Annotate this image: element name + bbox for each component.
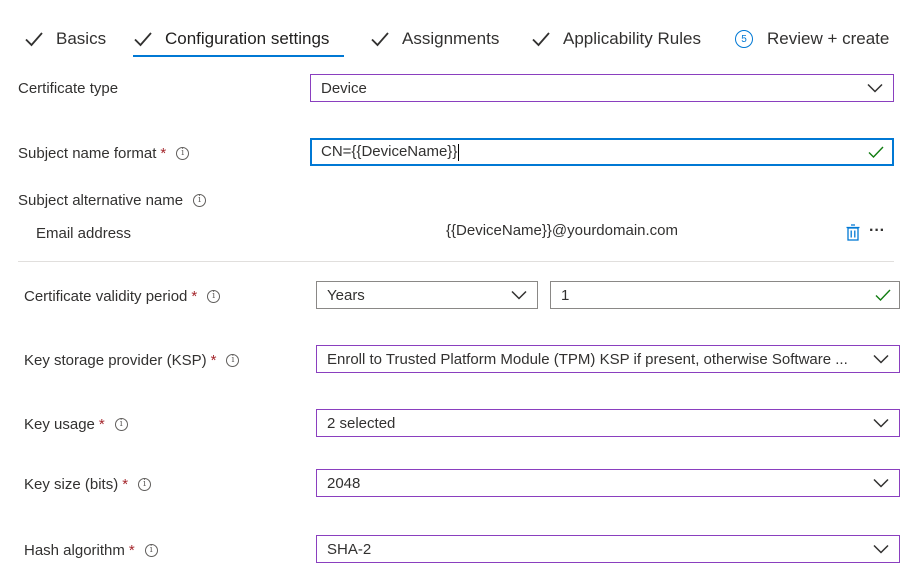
tab-label: Applicability Rules (563, 29, 701, 48)
required-asterisk: * (122, 475, 129, 493)
certificate-validity-period-label: Certificate validity period * i (24, 286, 221, 306)
validity-value-input[interactable]: 1 (550, 281, 900, 309)
text-caret (458, 143, 460, 161)
key-size-dropdown[interactable]: 2048 (316, 469, 900, 497)
checkmark-icon (371, 32, 389, 47)
label-text: Key usage (24, 415, 95, 433)
tab-basics[interactable]: Basics (24, 24, 106, 54)
checkmark-icon (134, 32, 152, 47)
dropdown-value: Years (327, 286, 365, 304)
required-asterisk: * (98, 415, 105, 433)
required-asterisk: * (191, 287, 198, 305)
more-options-button[interactable]: ··· (866, 220, 888, 242)
tab-label: Basics (56, 29, 107, 48)
chevron-down-icon (873, 544, 889, 554)
label-text: Email address (36, 224, 132, 242)
trash-icon (846, 223, 860, 241)
required-asterisk: * (160, 144, 167, 162)
tab-label: Review + create (767, 29, 890, 48)
email-address-value: {{DeviceName}}@yourdomain.com (446, 222, 679, 239)
key-size-label: Key size (bits) * i (24, 474, 152, 494)
delete-button[interactable] (845, 222, 861, 242)
info-icon[interactable]: i (176, 146, 190, 160)
label-text: Certificate validity period (24, 287, 188, 305)
certificate-type-dropdown[interactable]: Device (310, 74, 894, 102)
input-value: 1 (561, 286, 570, 304)
input-text: CN={{DeviceName}} (321, 143, 458, 161)
info-icon[interactable]: i (226, 353, 240, 367)
ksp-dropdown[interactable]: Enroll to Trusted Platform Module (TPM) … (316, 345, 900, 373)
tab-review-create[interactable]: 5 Review + create (735, 24, 889, 54)
dropdown-value: Device (321, 79, 367, 97)
subject-name-format-input[interactable]: CN={{DeviceName}} (310, 138, 894, 166)
info-icon[interactable]: i (207, 289, 221, 303)
label-text: Subject name format (18, 144, 157, 162)
subject-alternative-name-label: Subject alternative name i (18, 190, 207, 210)
key-usage-dropdown[interactable]: 2 selected (316, 409, 900, 437)
info-icon[interactable]: i (114, 417, 128, 431)
checkmark-icon (25, 32, 43, 47)
info-icon[interactable]: i (138, 477, 152, 491)
chevron-down-icon (867, 83, 883, 93)
ksp-label: Key storage provider (KSP) * i (24, 350, 240, 370)
chevron-down-icon (873, 418, 889, 428)
valid-checkmark-icon (868, 146, 884, 158)
required-asterisk: * (128, 541, 135, 559)
certificate-type-label: Certificate type (18, 78, 118, 98)
label-text: Certificate type (18, 79, 119, 97)
tab-label: Configuration settings (165, 29, 330, 48)
tab-configuration-settings[interactable]: Configuration settings (133, 24, 329, 54)
dropdown-value: Enroll to Trusted Platform Module (TPM) … (327, 350, 848, 368)
key-usage-label: Key usage * i (24, 414, 128, 434)
required-asterisk: * (210, 351, 217, 369)
dropdown-value: SHA-2 (327, 540, 372, 558)
tab-assignments[interactable]: Assignments (370, 24, 499, 54)
info-icon[interactable]: i (193, 193, 207, 207)
tab-applicability-rules[interactable]: Applicability Rules (531, 24, 701, 54)
dropdown-value: 2 selected (327, 414, 396, 432)
more-icon: ··· (869, 222, 885, 239)
tab-label: Assignments (402, 29, 500, 48)
valid-checkmark-icon (875, 289, 891, 301)
label-text: Key size (bits) (24, 475, 119, 493)
chevron-down-icon (511, 290, 527, 300)
step-number-badge: 5 (735, 30, 753, 48)
email-address-label: Email address (36, 223, 131, 243)
dropdown-value: 2048 (327, 474, 361, 492)
section-divider (18, 261, 894, 262)
label-text: Key storage provider (KSP) (24, 351, 207, 369)
input-value: CN={{DeviceName}} (321, 143, 868, 161)
subject-name-format-label: Subject name format * i (18, 143, 190, 163)
label-text: Subject alternative name (18, 191, 184, 209)
chevron-down-icon (873, 478, 889, 488)
checkmark-icon (532, 32, 550, 47)
active-tab-indicator (133, 55, 344, 57)
chevron-down-icon (873, 354, 889, 364)
info-icon[interactable]: i (144, 543, 158, 557)
hash-algorithm-dropdown[interactable]: SHA-2 (316, 535, 900, 563)
label-text: Hash algorithm (24, 541, 125, 559)
hash-algorithm-label: Hash algorithm * i (24, 540, 158, 560)
validity-unit-dropdown[interactable]: Years (316, 281, 538, 309)
